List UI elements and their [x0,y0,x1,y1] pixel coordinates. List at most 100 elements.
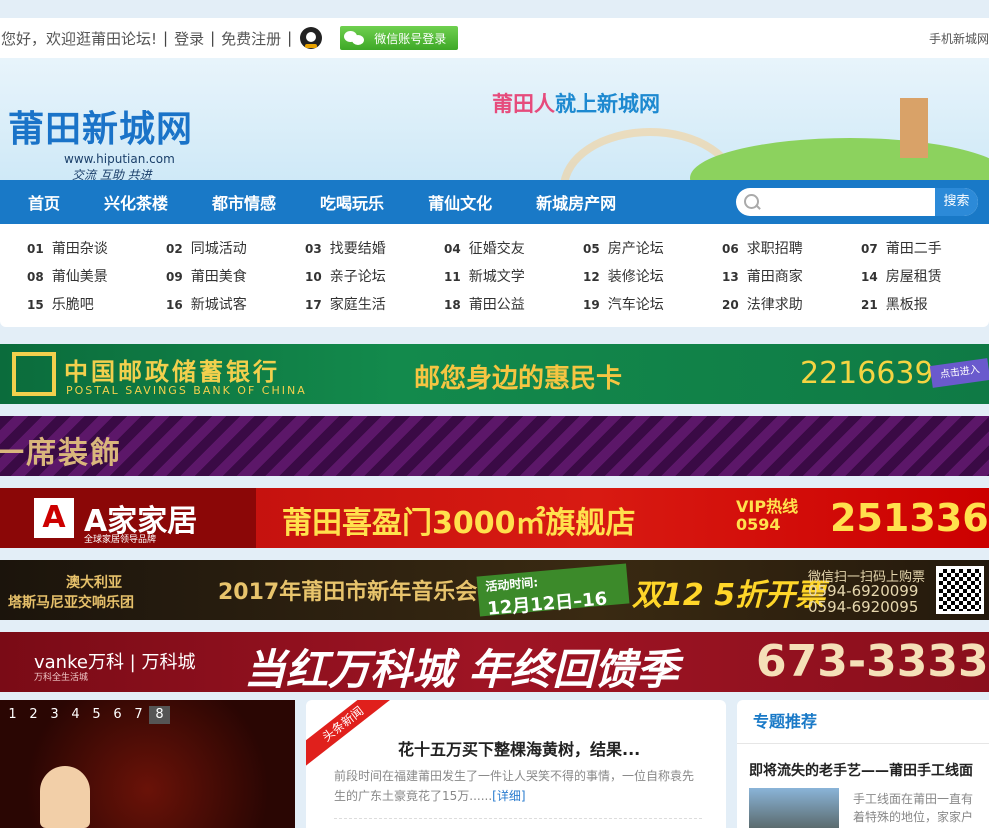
ad-new-year-concert[interactable]: 澳大利亚 塔斯马尼亚交响乐团 2017年莆田市新年音乐会 活动时间: 12月12日… [0,560,989,620]
ad-postal-bank-name-en: POSTAL SAVINGS BANK OF CHINA [66,384,307,397]
ad-postal-phone: 2216639 [800,356,934,391]
nav-real-estate[interactable]: 新城房产网 [536,190,616,214]
ad-ajia-vip: VIP热线 0594 [736,497,799,534]
ad-vanke-phone: 673-3333 [756,636,989,687]
logo-motto: 交流 互助 共进 [72,168,152,180]
wechat-login-button[interactable]: 微信账号登录 [340,26,459,50]
forum-link[interactable]: 03 找要结婚 [278,238,417,258]
login-link[interactable]: 登录 [174,28,204,49]
windmill-icon [900,98,928,158]
qq-login-icon[interactable] [300,27,323,49]
ad-postal-bank-name: 中国邮政储蓄银行 [64,358,280,386]
slider-page-button[interactable]: 1 [2,706,23,724]
qr-code-icon [936,566,984,614]
forum-link[interactable]: 06 求职招聘 [695,238,834,258]
headline-ribbon: 头条新闻 [306,700,393,766]
ad-postal-bank[interactable]: 中国邮政储蓄银行 POSTAL SAVINGS BANK OF CHINA 邮您… [0,344,989,404]
logo-url: www.hiputian.com [64,152,175,166]
slider-page-button-active[interactable]: 8 [149,706,170,724]
search-icon [736,188,760,216]
register-link[interactable]: 免费注册 [221,28,281,49]
nav-home[interactable]: 首页 [28,190,60,214]
forum-link[interactable]: 09 莆田美食 [139,266,278,286]
forum-link[interactable]: 21 黑板报 [834,294,973,314]
separator: | [210,29,216,47]
slider-page-button[interactable]: 2 [23,706,44,724]
ad-vanke-sub: 万科全生活城 [34,673,89,683]
header-banner: 莆田新城网 www.hiputian.com 交流 互助 共进 莆田人就上新城网 [0,58,989,180]
slider-pager: 1 2 3 4 5 6 7 8 [2,706,170,724]
forum-link[interactable]: 02 同城活动 [139,238,278,258]
forum-link[interactable]: 05 房产论坛 [556,238,695,258]
topic-title[interactable]: 即将流失的老手艺——莆田手工线面 [749,760,973,780]
headline-summary: 前段时间在福建莆田发生了一件让人哭笑不得的事情，一位自称袁先生的广东土豪竟花了1… [334,769,695,803]
forum-row: 01 莆田杂谈 02 同城活动 03 找要结婚 04 征婚交友 05 房产论坛 06 求职招… [0,234,989,262]
slider-page-button[interactable]: 5 [86,706,107,724]
search-input[interactable] [759,188,936,216]
slider-page-button[interactable]: 3 [44,706,65,724]
slider-page-button[interactable]: 6 [107,706,128,724]
ad-concert-time: 活动时间: 12月12日–16日 [476,563,630,620]
ad-enter-badge[interactable]: 点击进入 [929,358,989,388]
topics-header: 专题推荐 [737,700,989,744]
image-slider[interactable]: 1 2 3 4 5 6 7 8 [0,700,295,828]
forum-link[interactable]: 10 亲子论坛 [278,266,417,286]
ad-ajia-furniture[interactable]: A A家家居 全球家居领导品牌 莆田喜盈门3000㎡旗舰店 VIP热线 0594 … [0,488,989,548]
ad-ajia-brand-sub: 全球家居领导品牌 [84,535,157,545]
ad-concert-tel2: 0594-6920095 [808,598,919,616]
separator: | [163,29,169,47]
forum-link[interactable]: 19 汽车论坛 [556,294,695,314]
ad-concert-org2: 塔斯马尼亚交响乐团 [8,595,134,611]
ad-concert-org1: 澳大利亚 [66,575,122,591]
ad-vanke[interactable]: vanke万科 | 万科城 万科全生活城 当红万科城 年终回馈季 673-333… [0,632,989,692]
slider-page-button[interactable]: 4 [65,706,86,724]
forum-link[interactable]: 16 新城试客 [139,294,278,314]
wechat-login-label: 微信账号登录 [374,31,447,46]
forum-link[interactable]: 04 征婚交友 [417,238,556,258]
divider [334,818,702,819]
forum-link[interactable]: 17 家庭生活 [278,294,417,314]
slogan-part1: 莆田人 [492,92,555,116]
topic-excerpt: 手工线面在莆田一直有着特殊的地位，家家户 [853,792,974,824]
headline-more-link[interactable]: [详细] [492,789,525,803]
mobile-site-link[interactable]: 手机新城网 [929,30,989,47]
main-nav: 首页 兴化茶楼 都市情感 吃喝玩乐 莆仙文化 新城房产网 搜索 [0,180,989,224]
forum-link[interactable]: 07 莆田二手 [834,238,973,258]
nav-urban-emotion[interactable]: 都市情感 [212,190,276,214]
headline-title[interactable]: 花十五万买下整棵海黄树，结果... [398,736,640,760]
ad-yixi-decoration[interactable]: 一席装飾 [0,416,989,476]
featured-topics: 专题推荐 即将流失的老手艺——莆田手工线面 手工线面在莆田一直有着特殊的地位，家… [737,700,989,828]
forum-link[interactable]: 15 乐脆吧 [0,294,139,314]
greeting-text: 您好，欢迎逛莆田论坛! [1,29,158,48]
ad-vanke-main: 当红万科城 年终回馈季 [244,645,679,692]
ad-concert-title: 2017年莆田市新年音乐会 [218,580,478,605]
forum-link[interactable]: 01 莆田杂谈 [0,238,139,258]
forum-link[interactable]: 20 法律求助 [695,294,834,314]
nav-food-fun[interactable]: 吃喝玩乐 [320,190,384,214]
nav-puxian-culture[interactable]: 莆仙文化 [428,190,492,214]
forum-link[interactable]: 14 房屋租赁 [834,266,973,286]
slogan-part2: 就上新城网 [555,92,660,116]
slider-page-button[interactable]: 7 [128,706,149,724]
topic-thumbnail[interactable] [749,788,839,828]
postal-bank-logo-icon [12,352,56,396]
wechat-icon [344,29,366,47]
forum-link[interactable]: 08 莆仙美景 [0,266,139,286]
ad-ajia-main: 莆田喜盈门3000㎡旗舰店 [282,506,636,541]
nav-xinghua-teahouse[interactable]: 兴化茶楼 [104,190,168,214]
slider-photo-person [40,766,90,828]
forum-row: 08 莆仙美景 09 莆田美食 10 亲子论坛 11 新城文学 12 装修论坛 13 莆田商… [0,262,989,290]
logo-text: 莆田新城网 [8,109,194,150]
site-logo[interactable]: 莆田新城网 www.hiputian.com 交流 互助 共进 [8,100,193,180]
ad-concert-sale: 双12 5折开票 [632,578,826,613]
search-button[interactable]: 搜索 [935,188,978,216]
forum-link[interactable]: 11 新城文学 [417,266,556,286]
forum-link[interactable]: 12 装修论坛 [556,266,695,286]
hill-decoration [690,138,989,180]
top-bar: 您好，欢迎逛莆田论坛! | 登录 | 免费注册 | 微信账号登录 手机新城网 [0,18,989,58]
forum-directory: 01 莆田杂谈 02 同城活动 03 找要结婚 04 征婚交友 05 房产论坛 06 求职招… [0,224,989,327]
search-box: 搜索 [736,188,978,216]
forum-link[interactable]: 13 莆田商家 [695,266,834,286]
forum-link[interactable]: 18 莆田公益 [417,294,556,314]
forum-row: 15 乐脆吧 16 新城试客 17 家庭生活 18 莆田公益 19 汽车论坛 20 法律求助… [0,290,989,318]
